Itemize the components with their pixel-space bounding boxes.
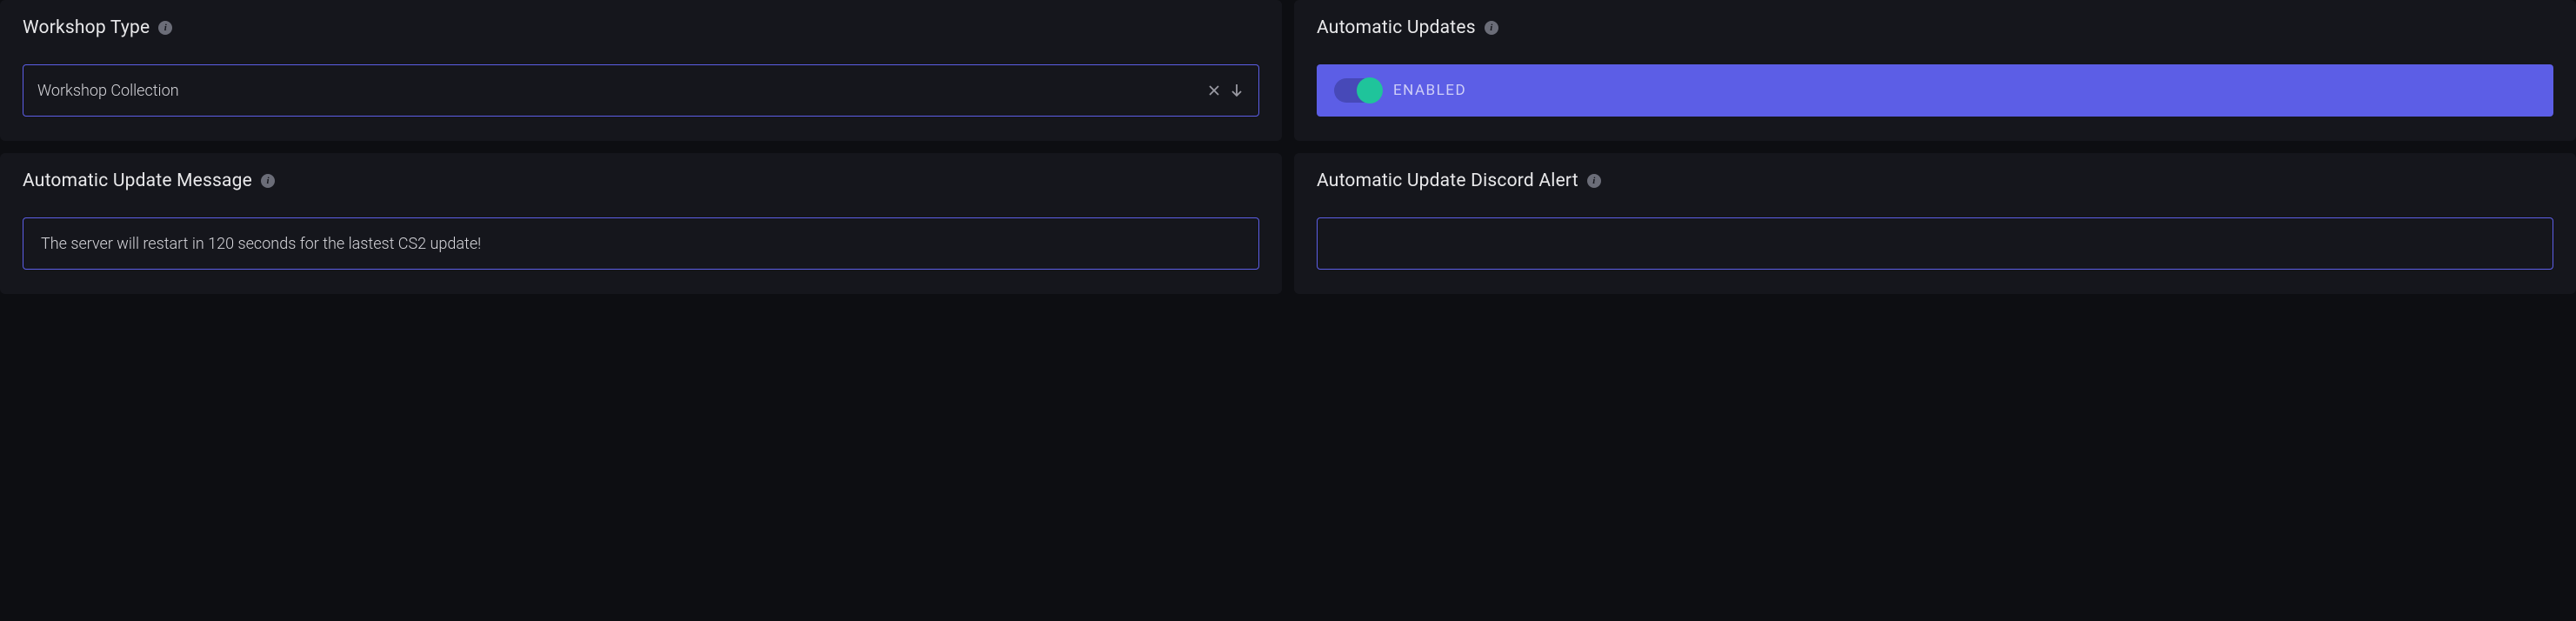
automatic-update-discord-alert-card: Automatic Update Discord Alert i bbox=[1294, 153, 2576, 294]
automatic-updates-toggle-container: ENABLED bbox=[1317, 64, 2553, 117]
automatic-update-message-input[interactable] bbox=[23, 217, 1259, 270]
workshop-type-card: Workshop Type i Workshop Collection bbox=[0, 0, 1282, 141]
arrow-down-icon[interactable] bbox=[1229, 82, 1245, 99]
info-icon[interactable]: i bbox=[158, 21, 172, 35]
info-icon[interactable]: i bbox=[261, 174, 275, 188]
automatic-update-message-card: Automatic Update Message i bbox=[0, 153, 1282, 294]
automatic-update-discord-alert-input[interactable] bbox=[1317, 217, 2553, 270]
toggle-label: ENABLED bbox=[1393, 82, 1466, 99]
toggle-knob bbox=[1357, 77, 1383, 104]
info-icon[interactable]: i bbox=[1485, 21, 1498, 35]
card-header: Automatic Update Discord Alert i bbox=[1317, 170, 2553, 191]
clear-icon[interactable] bbox=[1206, 83, 1222, 98]
card-header: Automatic Update Message i bbox=[23, 170, 1259, 191]
card-header: Workshop Type i bbox=[23, 17, 1259, 38]
automatic-updates-toggle[interactable] bbox=[1334, 78, 1381, 103]
workshop-type-select[interactable]: Workshop Collection bbox=[23, 64, 1259, 117]
info-icon[interactable]: i bbox=[1587, 174, 1601, 188]
automatic-updates-card: Automatic Updates i ENABLED bbox=[1294, 0, 2576, 141]
select-value: Workshop Collection bbox=[37, 82, 1206, 100]
card-title: Workshop Type bbox=[23, 17, 150, 38]
card-header: Automatic Updates i bbox=[1317, 17, 2553, 38]
card-title: Automatic Updates bbox=[1317, 17, 1476, 38]
card-title: Automatic Update Discord Alert bbox=[1317, 170, 1578, 191]
card-title: Automatic Update Message bbox=[23, 170, 252, 191]
